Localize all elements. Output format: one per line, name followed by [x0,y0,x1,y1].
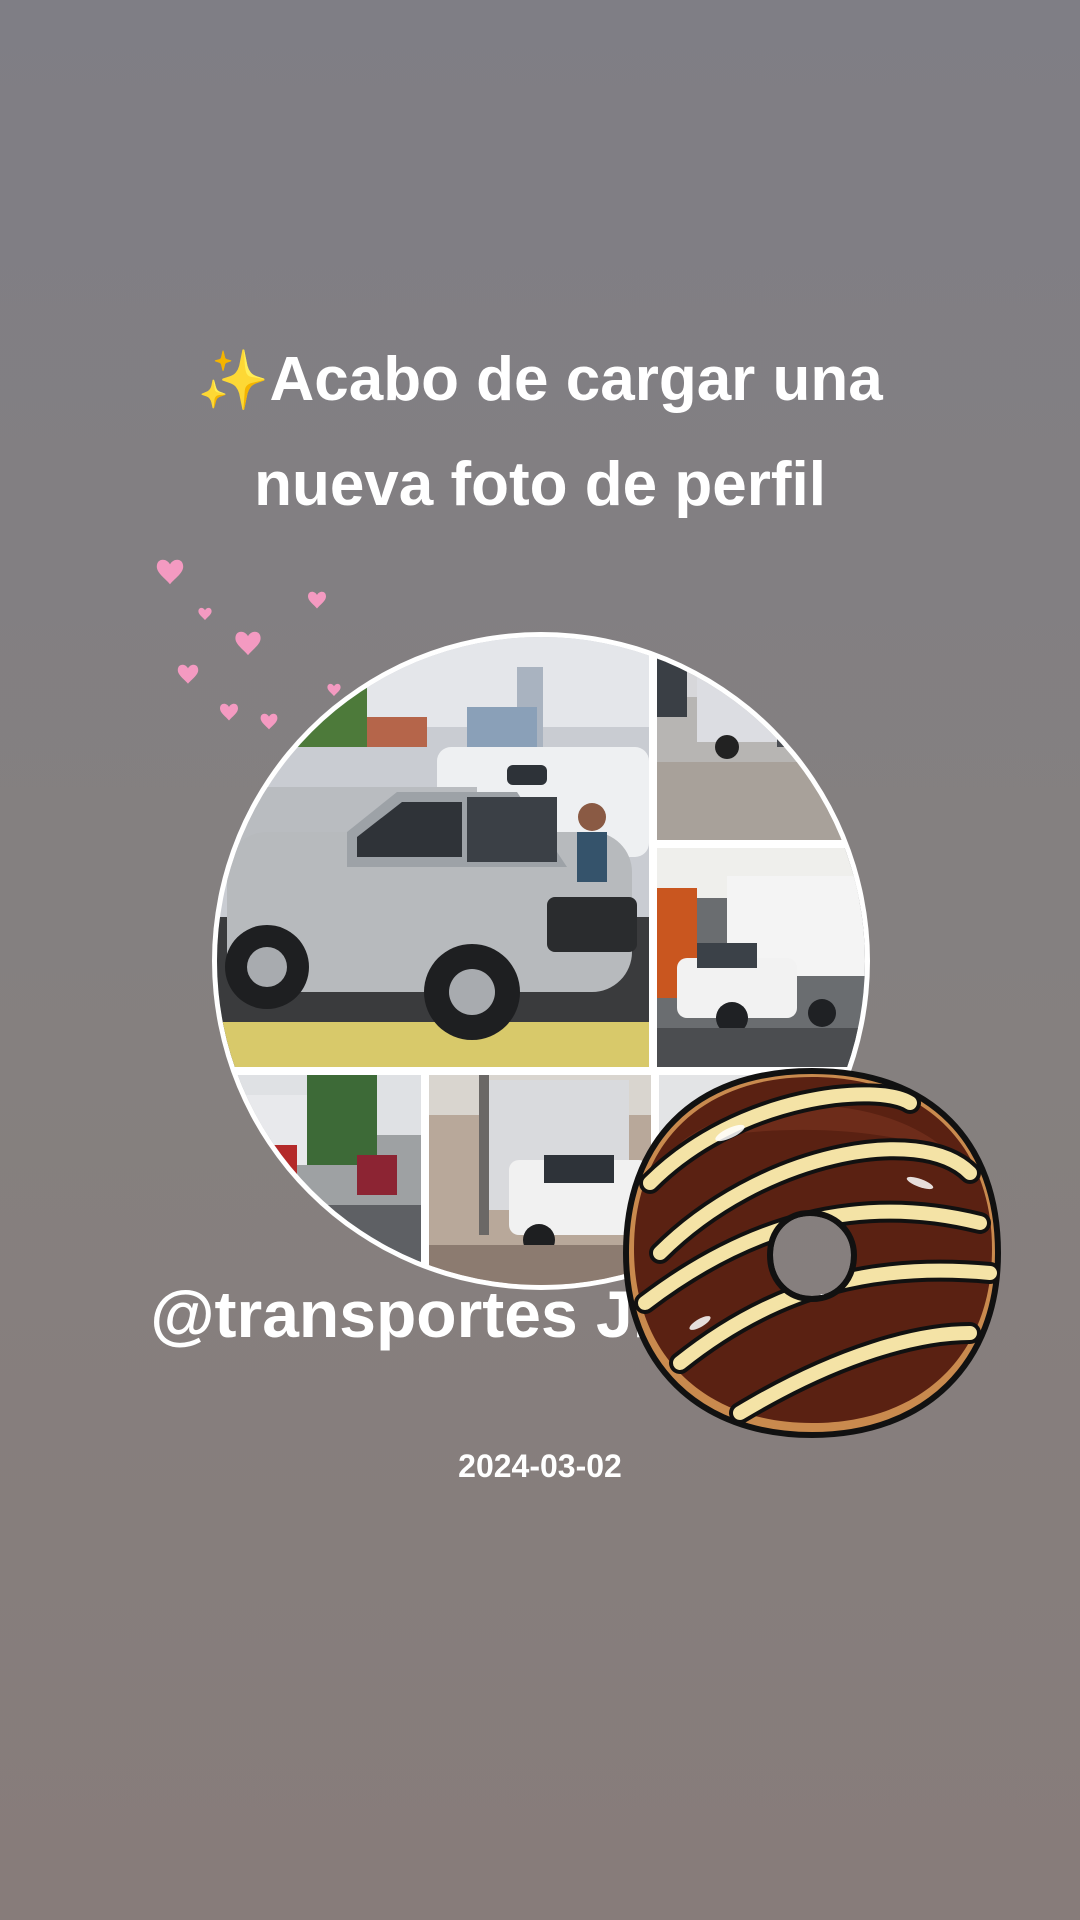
heart-icon [177,664,199,684]
post-date: 2024-03-02 [458,1448,622,1484]
sparkles-icon: ✨ [197,348,270,413]
heart-icon [156,559,184,585]
story-headline: ✨Acabo de cargar una nueva foto de perfi… [60,328,1020,537]
chocolate-donut-sticker [622,1067,1002,1439]
photo-white-box-truck [657,848,865,1067]
photo-box-truck-sidewalk [429,1075,651,1285]
heart-icon [198,607,212,621]
photo-street-traffic [217,1075,421,1285]
photo-silver-pickup-truck [217,637,649,1067]
photo-box-truck-street [657,637,865,840]
headline-line-1: Acabo de cargar una [269,345,883,414]
heart-icon [308,591,326,609]
headline-line-2: nueva foto de perfil [254,450,826,519]
